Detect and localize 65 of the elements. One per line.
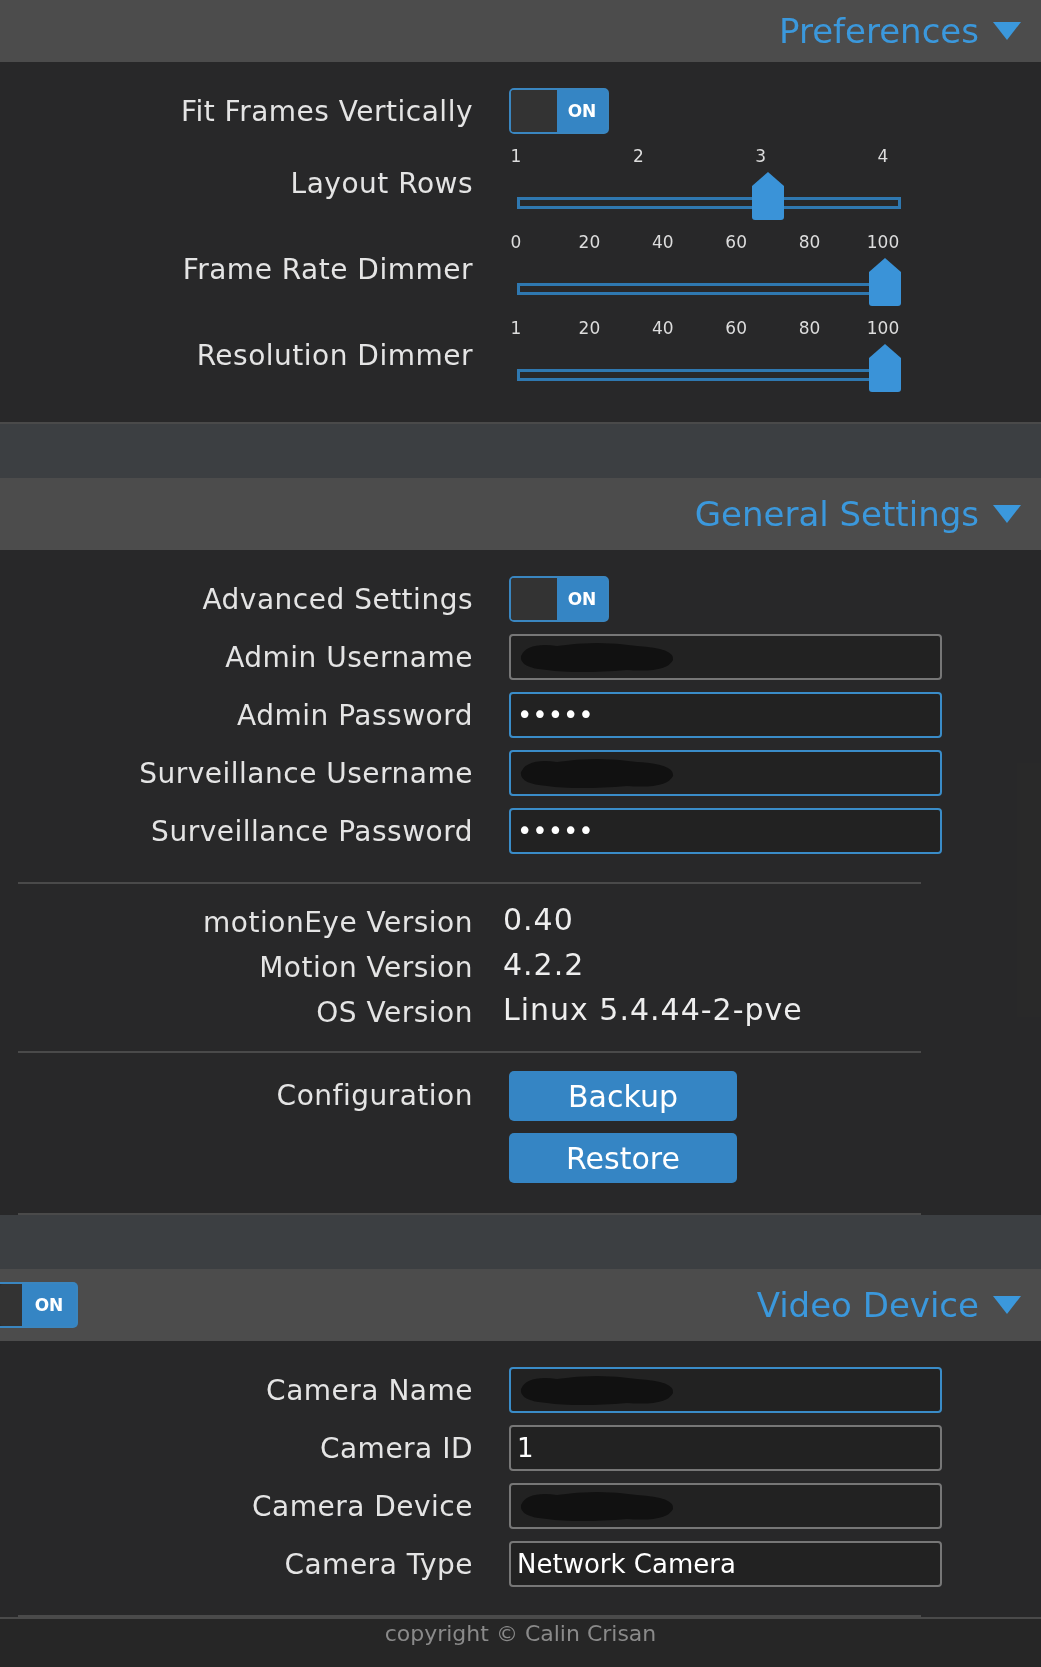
tick-label: 20 xyxy=(578,318,601,338)
setting-label: Resolution Dimmer xyxy=(195,338,473,372)
slider-thumb[interactable] xyxy=(869,258,901,306)
input-field[interactable]: 1 xyxy=(509,1425,942,1471)
section-header[interactable]: General Settings xyxy=(0,478,1041,550)
tick-label: 0 xyxy=(510,232,522,252)
tick-label: 4 xyxy=(877,146,889,166)
setting-label: Admin Password xyxy=(236,698,473,732)
input-field[interactable] xyxy=(509,634,942,680)
action-button[interactable]: Restore xyxy=(509,1133,737,1183)
setting-label: Camera Name xyxy=(265,1373,473,1407)
setting-label: motionEye Version xyxy=(202,904,473,941)
tick-label: 1 xyxy=(510,146,522,166)
input-field[interactable] xyxy=(509,750,942,796)
tick-label: 40 xyxy=(652,318,674,338)
setting-label: OS Version xyxy=(315,994,473,1031)
action-button[interactable]: Backup xyxy=(509,1071,737,1121)
tick-label: 80 xyxy=(798,318,821,338)
slider[interactable] xyxy=(517,172,901,220)
section-toggle[interactable]: ON xyxy=(0,1282,78,1328)
tick-label: 20 xyxy=(578,232,601,252)
setting-label: Motion Version xyxy=(258,949,473,986)
section-header[interactable]: ON Video Device xyxy=(0,1269,1041,1341)
setting-label: Surveillance Password xyxy=(150,814,473,848)
slider-thumb[interactable] xyxy=(869,344,901,392)
input-field[interactable]: Network Camera xyxy=(509,1541,942,1587)
version-value: Linux 5.4.44-2-pve xyxy=(503,992,803,1027)
tick-label: 100 xyxy=(866,232,900,252)
setting-label: Advanced Settings xyxy=(201,582,473,616)
expand-icon[interactable] xyxy=(993,505,1021,523)
setting-label: Fit Frames Vertically xyxy=(179,94,473,128)
version-value: 4.2.2 xyxy=(503,947,585,982)
expand-icon[interactable] xyxy=(993,1296,1021,1314)
setting-label: Layout Rows xyxy=(289,166,473,200)
copyright-text: copyright © Calin Crisan xyxy=(384,1621,657,1646)
setting-label: Camera Type xyxy=(283,1547,473,1581)
expand-icon[interactable] xyxy=(993,22,1021,40)
input-field[interactable] xyxy=(509,1483,942,1529)
section-title: General Settings xyxy=(694,494,979,534)
setting-label: Surveillance Username xyxy=(138,756,473,790)
input-field[interactable]: ••••• xyxy=(509,808,942,854)
section-title: Preferences xyxy=(779,11,979,51)
tick-label: 60 xyxy=(725,318,747,338)
setting-label: Frame Rate Dimmer xyxy=(181,252,473,286)
setting-label: Configuration xyxy=(275,1079,473,1112)
version-value: 0.40 xyxy=(503,902,574,937)
setting-label: Admin Username xyxy=(224,640,473,674)
slider-thumb[interactable] xyxy=(751,172,784,220)
tick-label: 100 xyxy=(866,318,900,338)
toggle-switch[interactable]: ON xyxy=(509,88,609,134)
tick-label: 3 xyxy=(755,146,767,166)
section-title: Video Device xyxy=(756,1285,979,1325)
slider[interactable] xyxy=(517,258,901,306)
tick-label: 1 xyxy=(510,318,522,338)
tick-label: 2 xyxy=(632,146,644,166)
setting-label: Camera Device xyxy=(250,1489,473,1523)
input-field[interactable] xyxy=(509,1367,942,1413)
tick-label: 80 xyxy=(798,232,821,252)
toggle-switch[interactable]: ON xyxy=(509,576,609,622)
section-header[interactable]: Preferences xyxy=(0,0,1041,62)
setting-label: Camera ID xyxy=(318,1431,473,1465)
tick-label: 40 xyxy=(652,232,674,252)
tick-label: 60 xyxy=(725,232,747,252)
input-field[interactable]: ••••• xyxy=(509,692,942,738)
slider[interactable] xyxy=(517,344,901,392)
